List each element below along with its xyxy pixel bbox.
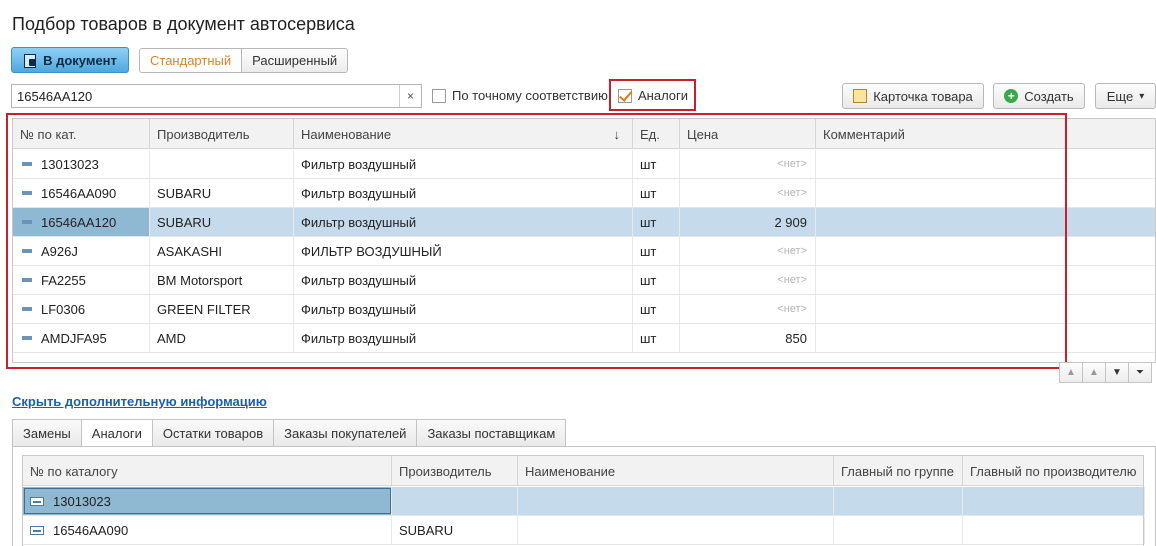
mode-standard-button[interactable]: Стандартный	[140, 49, 243, 72]
tab-3[interactable]: Заказы покупателей	[273, 419, 418, 446]
analogs-table: № по каталогу Производитель Наименование…	[22, 455, 1145, 546]
move-top-button[interactable]: ▲	[1059, 362, 1083, 383]
hide-info-link[interactable]: Скрыть дополнительную информацию	[12, 394, 267, 409]
mode-extended-button[interactable]: Расширенный	[242, 49, 348, 72]
analog-cell-code: 16546AA090	[23, 516, 392, 544]
analog-row[interactable]: 16546AA090 SUBARU	[23, 516, 1145, 545]
tab-2[interactable]: Остатки товаров	[151, 419, 275, 446]
analog-header-maker[interactable]: Производитель	[392, 456, 518, 486]
plus-icon: +	[1004, 89, 1019, 103]
analog-cell-name	[518, 516, 834, 544]
create-button[interactable]: + Создать	[993, 83, 1085, 109]
analog-header-name[interactable]: Наименование	[518, 456, 834, 486]
search-input[interactable]	[12, 85, 399, 107]
tab-4[interactable]: Заказы поставщикам	[416, 419, 567, 446]
analog-cell-main-group	[834, 487, 963, 515]
clear-icon[interactable]: ×	[399, 85, 421, 107]
analog-cell-code: 13013023	[23, 487, 392, 515]
analog-cell-main-group	[834, 516, 963, 544]
analog-marker-icon	[30, 496, 44, 506]
products-highlight-frame	[6, 113, 1067, 369]
more-button[interactable]: Еще ▾	[1095, 83, 1156, 109]
analogs-table-header: № по каталогу Производитель Наименование…	[23, 456, 1143, 486]
analog-cell-name	[518, 487, 834, 515]
info-tabs: Замены Аналоги Остатки товаров Заказы покуп…	[12, 419, 567, 447]
exact-match-label: По точному соответствию	[452, 88, 608, 103]
analog-cell-maker-text: SUBARU	[399, 522, 454, 538]
move-down-button[interactable]: ▼	[1105, 362, 1129, 383]
tab-0[interactable]: Замены	[12, 419, 82, 446]
analog-header-code[interactable]: № по каталогу	[23, 456, 392, 486]
search-box: ×	[11, 84, 422, 108]
analog-header-main-maker[interactable]: Главный по производителю	[963, 456, 1145, 486]
analog-row[interactable]: 13013023	[23, 487, 1145, 516]
chevron-down-icon: ▾	[1139, 90, 1145, 102]
tab-1[interactable]: Аналоги	[80, 419, 153, 447]
analog-cell-main-maker	[963, 516, 1145, 544]
product-card-icon	[853, 89, 868, 103]
document-icon	[23, 53, 37, 68]
analog-cell-code-text: 13013023	[53, 493, 111, 509]
product-card-label: Карточка товара	[873, 88, 973, 104]
exact-match-box[interactable]	[432, 88, 446, 103]
analog-cell-main-maker	[963, 487, 1145, 515]
analog-header-main-group[interactable]: Главный по группе	[834, 456, 963, 486]
analog-cell-maker	[392, 487, 518, 515]
more-label: Еще	[1106, 88, 1134, 104]
product-card-button[interactable]: Карточка товара	[842, 83, 984, 109]
analogs-highlight-frame	[609, 79, 696, 111]
to-document-label: В документ	[43, 52, 117, 68]
move-up-button[interactable]: ▲	[1082, 362, 1106, 383]
exact-match-checkbox[interactable]: По точному соответствию	[432, 88, 608, 103]
analog-cell-code-text: 16546AA090	[53, 522, 129, 538]
move-bottom-button[interactable]: ⏷	[1128, 362, 1152, 383]
mode-switch: Стандартный Расширенный	[139, 48, 349, 73]
analog-cell-maker: SUBARU	[392, 516, 518, 544]
to-document-button[interactable]: В документ	[11, 47, 129, 73]
page-title: Подбор товаров в документ автосервиса	[12, 14, 355, 34]
create-label: Создать	[1024, 88, 1074, 104]
table-nav-buttons: ▲ ▲ ▼ ⏷	[1059, 362, 1152, 383]
analog-marker-icon	[30, 525, 44, 535]
